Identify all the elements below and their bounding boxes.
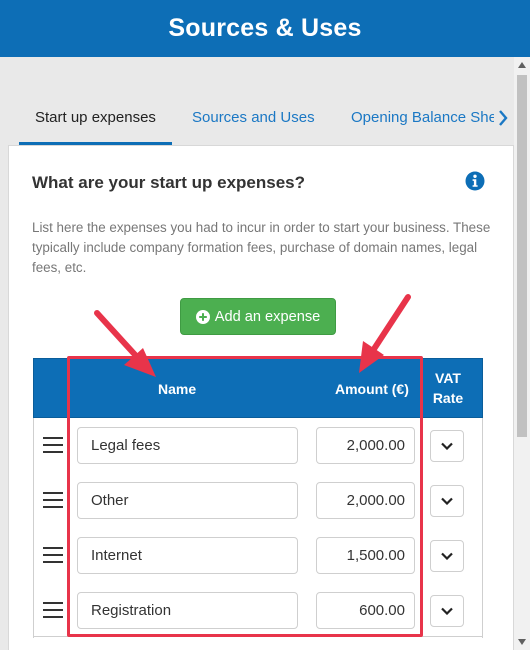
table-row: Legal fees 2,000.00 xyxy=(34,418,484,473)
tab-start-up-expenses[interactable]: Start up expenses xyxy=(19,96,172,145)
chevron-down-icon xyxy=(441,607,453,615)
vat-rate-select[interactable] xyxy=(430,430,464,462)
column-header-vat-rate: VAT Rate xyxy=(430,368,466,408)
scroll-down-button[interactable] xyxy=(514,634,530,650)
chevron-right-icon xyxy=(499,110,508,126)
chevron-down-icon xyxy=(441,497,453,505)
expense-name-input[interactable]: Legal fees xyxy=(77,427,298,464)
vat-rate-select[interactable] xyxy=(430,595,464,627)
vertical-scrollbar[interactable] xyxy=(514,57,530,650)
table-row: Other 2,000.00 xyxy=(34,473,484,528)
expense-amount-input[interactable]: 2,000.00 xyxy=(316,482,415,519)
expense-amount-input[interactable]: 600.00 xyxy=(316,592,415,629)
chevron-down-icon xyxy=(441,442,453,450)
scroll-up-button[interactable] xyxy=(514,57,530,73)
vat-header-line2: Rate xyxy=(432,390,464,406)
page-header: Sources & Uses xyxy=(0,0,530,57)
drag-handle-icon[interactable] xyxy=(43,602,63,618)
tab-opening-balance-sheet[interactable]: Opening Balance Sheet xyxy=(351,96,509,145)
add-expense-button[interactable]: Add an expense xyxy=(180,298,336,335)
column-header-name: Name xyxy=(158,381,197,397)
tab-scroll-right-button[interactable] xyxy=(494,104,512,132)
start-up-expenses-card: What are your start up expenses? List he… xyxy=(8,145,514,650)
expenses-table-header: Name Amount (€) VAT Rate xyxy=(33,358,483,418)
expense-name-input[interactable]: Other xyxy=(77,482,298,519)
column-header-amount: Amount (€) xyxy=(335,381,409,397)
expense-name-input[interactable]: Internet xyxy=(77,537,298,574)
triangle-down-icon xyxy=(518,639,526,645)
expense-amount-input[interactable]: 2,000.00 xyxy=(316,427,415,464)
tab-bar: Start up expenses Sources and Uses Openi… xyxy=(0,96,514,145)
table-row: Registration 600.00 xyxy=(34,583,484,638)
add-expense-label: Add an expense xyxy=(214,308,321,325)
drag-handle-icon[interactable] xyxy=(43,437,63,453)
expense-amount-input[interactable]: 1,500.00 xyxy=(316,537,415,574)
expenses-table-body: Legal fees 2,000.00 Other 2,000.00 Inter… xyxy=(33,418,483,638)
vat-rate-select[interactable] xyxy=(430,485,464,517)
vat-rate-select[interactable] xyxy=(430,540,464,572)
triangle-up-icon xyxy=(518,62,526,68)
card-description: List here the expenses you had to incur … xyxy=(32,220,491,275)
info-icon[interactable] xyxy=(465,171,485,191)
drag-handle-icon[interactable] xyxy=(43,492,63,508)
table-bottom-border xyxy=(33,636,483,637)
drag-handle-icon[interactable] xyxy=(43,547,63,563)
tab-sources-and-uses[interactable]: Sources and Uses xyxy=(192,96,315,145)
plus-circle-icon xyxy=(195,309,210,324)
table-row: Internet 1,500.00 xyxy=(34,528,484,583)
scrollbar-thumb[interactable] xyxy=(517,75,527,437)
expense-name-input[interactable]: Registration xyxy=(77,592,298,629)
card-title: What are your start up expenses? xyxy=(32,173,306,192)
page-title: Sources & Uses xyxy=(168,14,362,42)
vat-header-line1: VAT xyxy=(435,370,461,386)
chevron-down-icon xyxy=(441,552,453,560)
